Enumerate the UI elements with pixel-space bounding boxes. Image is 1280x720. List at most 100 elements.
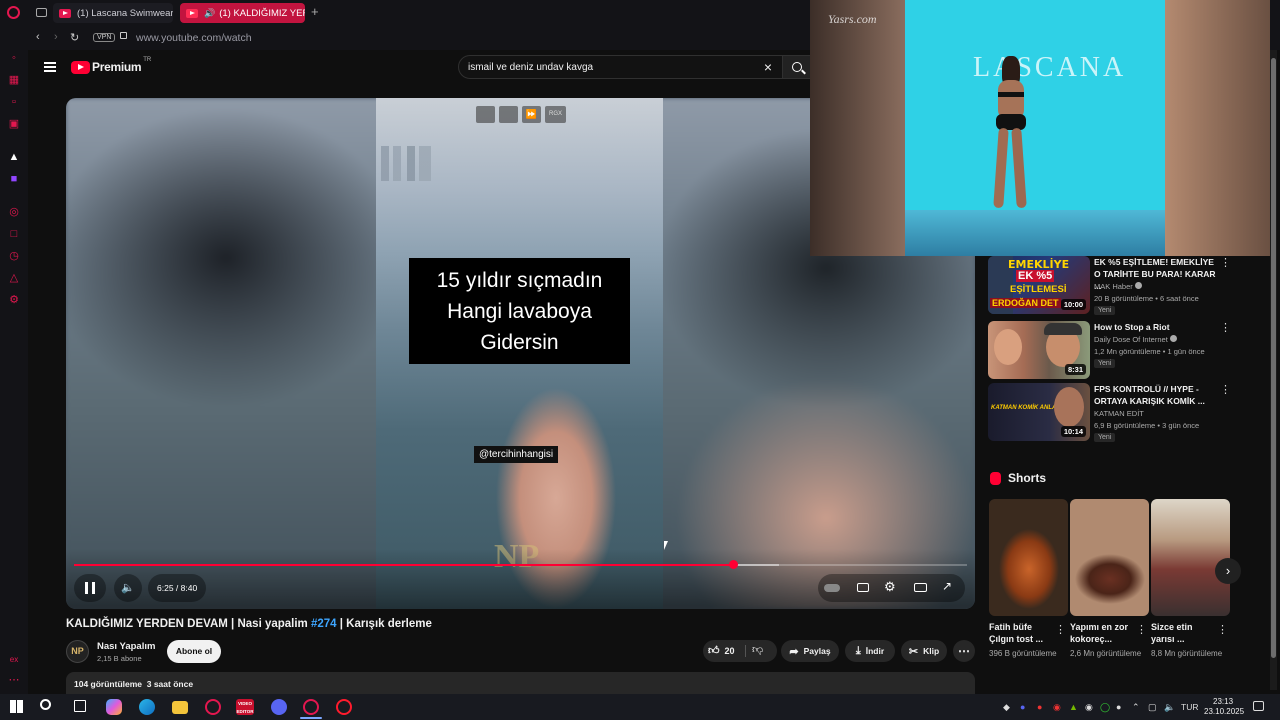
channel-name[interactable]: Daily Dose Of Internet (1094, 335, 1177, 344)
opera-logo-icon[interactable] (7, 6, 20, 19)
description-box[interactable]: 104 görüntüleme 3 saat önce (66, 672, 975, 694)
opera-icon[interactable] (303, 699, 319, 715)
discord-icon[interactable] (271, 699, 287, 715)
pinboard-icon[interactable]: □ (8, 228, 20, 240)
play-pause-button[interactable] (74, 574, 106, 602)
aria-icon[interactable]: ◦ (8, 52, 20, 64)
clear-search-icon[interactable]: × (764, 59, 772, 75)
app-tray-icon[interactable]: ◉ (1053, 702, 1061, 713)
search-box[interactable]: ismail ve deniz undav kavga × (458, 55, 783, 79)
short-item[interactable]: Fatih büfe Çılgın tost ... 396 B görüntü… (989, 499, 1068, 660)
tab-kaldigimiz[interactable]: 🔊 (1) KALDIĞIMIZ YERDE (180, 3, 305, 23)
video-title[interactable]: How to Stop a Riot (1094, 321, 1218, 333)
tab-strip-icon[interactable] (36, 8, 47, 17)
recommended-item[interactable]: EMEKLİYE EK %5 EŞİTLEMESİ ERDOĞAN DET 10… (988, 256, 1233, 315)
youtube-logo[interactable]: Premium TR (71, 57, 151, 74)
edge-icon[interactable] (139, 699, 155, 715)
antivirus-tray-icon[interactable]: ● (1037, 702, 1042, 712)
short-thumbnail[interactable] (1151, 499, 1230, 616)
language-indicator[interactable]: TUR (1181, 702, 1198, 712)
notification-icon[interactable] (1253, 701, 1264, 711)
settings-icon[interactable]: ⚙ (8, 294, 20, 306)
channel-name[interactable]: MAK Haber (1094, 282, 1142, 291)
menu-icon[interactable] (44, 62, 56, 72)
video-frame[interactable]: 15 yıldır sıçmadın Hangi lavaboya Giders… (376, 98, 663, 609)
title-hashtag[interactable]: #274 (311, 618, 337, 630)
recommended-item[interactable]: KATMAN KOMİK ANLAR #36 10:14 FPS KONTROL… (988, 383, 1233, 442)
messenger-icon[interactable]: ▫ (8, 96, 20, 108)
video-thumbnail[interactable]: 8:31 (988, 321, 1090, 379)
more-options-icon[interactable]: ⋮ (1220, 385, 1231, 396)
channel-avatar[interactable]: NP (66, 640, 89, 663)
more-actions-button[interactable]: ⋯ (953, 640, 975, 662)
steam-tray-icon[interactable]: ◆ (1003, 702, 1010, 713)
rgx-button[interactable]: RGX (545, 106, 567, 123)
opera-gx-taskbar-icon[interactable] (205, 699, 221, 715)
more-options-icon[interactable]: ⋮ (1217, 623, 1228, 636)
settings-gear-icon[interactable]: ⚙ (884, 579, 896, 595)
page-scrollbar[interactable] (1270, 50, 1277, 690)
tab-lascana[interactable]: (1) Lascana Swimwear Fa (53, 3, 173, 23)
volume-tray-icon[interactable]: 🔈 (1164, 702, 1175, 713)
copilot-icon[interactable] (106, 699, 122, 715)
more-options-icon[interactable]: ⋮ (1136, 623, 1147, 636)
short-title[interactable]: Sizce etin yarısı ... (1151, 621, 1211, 645)
clock-date[interactable]: 23.10.2025 (1204, 707, 1244, 716)
more-options-icon[interactable]: ⋮ (1220, 258, 1231, 269)
video-thumbnail[interactable]: EMEKLİYE EK %5 EŞİTLEMESİ ERDOĞAN DET 10… (988, 256, 1090, 314)
download-button[interactable]: ⤓ İndir (845, 640, 895, 662)
channel-name[interactable]: Nası Yapalım (97, 641, 155, 652)
more-icon[interactable]: ⋯ (8, 674, 20, 686)
vpn-badge[interactable]: VPN (93, 33, 116, 42)
channel-name[interactable]: KATMAN EDİT (1094, 409, 1144, 418)
instagram-icon[interactable]: ▣ (8, 118, 20, 130)
back-icon[interactable]: ‹ (36, 31, 40, 43)
video-thumbnail[interactable]: KATMAN KOMİK ANLAR #36 10:14 (988, 383, 1090, 441)
extension-icon[interactable]: ▲ (8, 151, 20, 163)
clock-time[interactable]: 23:13 (1213, 697, 1233, 706)
shorts-next-button[interactable]: › (1215, 558, 1241, 584)
twitch-icon[interactable]: ■ (8, 173, 20, 185)
search-icon[interactable] (40, 699, 51, 710)
share-button[interactable]: ➦ Paylaş (781, 640, 839, 662)
dislike-button[interactable]: 👎︎ (752, 643, 763, 656)
xbox-tray-icon[interactable]: ◯ (1100, 702, 1110, 713)
task-view-icon[interactable] (74, 700, 86, 712)
nvidia-tray-icon[interactable]: ▲ (1069, 702, 1078, 712)
history-icon[interactable]: ◷ (8, 250, 20, 262)
progress-track[interactable] (74, 560, 967, 569)
network-icon[interactable]: ▢ (1148, 702, 1157, 713)
subscribe-button[interactable]: Abone ol (167, 640, 221, 663)
skip-icon[interactable]: ⏩ (522, 106, 541, 123)
short-title[interactable]: Fatih büfe Çılgın tost ... (989, 621, 1049, 645)
video-title[interactable]: FPS KONTROLÜ // HYPE - ORTAYA KARIŞIK KO… (1094, 383, 1218, 407)
fullscreen-icon[interactable]: ↗ (942, 579, 952, 593)
recommended-item[interactable]: 8:31 How to Stop a Riot Daily Dose Of In… (988, 321, 1233, 379)
speaker-icon[interactable]: 🔊 (204, 8, 215, 19)
short-item[interactable]: Yapımı en zor kokoreç... 2,6 Mn görüntül… (1070, 499, 1149, 660)
forward-icon[interactable]: › (54, 31, 58, 43)
more-options-icon[interactable]: ⋮ (1055, 623, 1066, 636)
downloads-icon[interactable]: △ (8, 272, 20, 284)
snapshot-icon[interactable] (499, 106, 518, 123)
start-icon[interactable] (10, 700, 23, 713)
opera-browser-icon[interactable] (336, 699, 352, 715)
autoplay-toggle[interactable] (824, 584, 840, 592)
short-thumbnail[interactable] (989, 499, 1068, 616)
reload-icon[interactable]: ↻ (70, 31, 79, 44)
subtitles-icon[interactable] (857, 583, 869, 592)
short-title[interactable]: Yapımı en zor kokoreç... (1070, 621, 1130, 645)
short-thumbnail[interactable] (1070, 499, 1149, 616)
tray-overflow-icon[interactable]: ⌃ (1132, 702, 1140, 713)
search-input[interactable]: ismail ve deniz undav kavga (468, 62, 593, 73)
clip-button[interactable]: ✂ Klip (901, 640, 947, 662)
search-button[interactable] (783, 55, 813, 79)
copy-icon[interactable] (476, 106, 495, 123)
more-options-icon[interactable]: ⋮ (1220, 323, 1231, 334)
app2-tray-icon[interactable]: ◉ (1085, 702, 1093, 713)
gx-icon[interactable]: ex (8, 654, 20, 666)
like-button[interactable]: 👍︎ 20 (708, 644, 735, 657)
theater-mode-icon[interactable] (914, 583, 927, 592)
new-tab-button[interactable]: + (311, 4, 319, 19)
mute-button[interactable]: 🔈 (114, 574, 142, 602)
